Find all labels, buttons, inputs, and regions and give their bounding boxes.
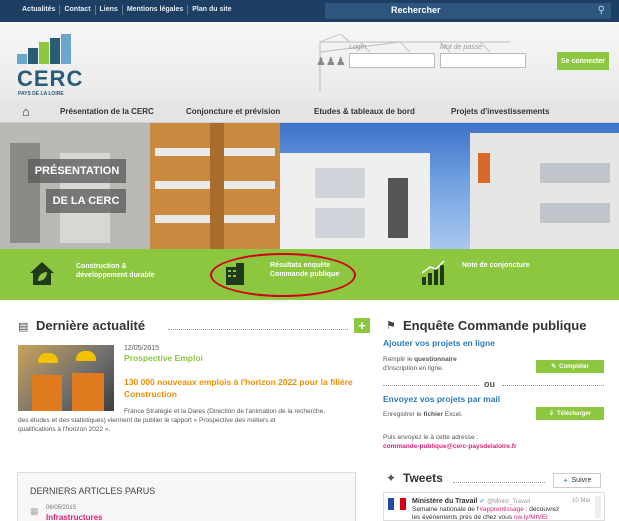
- users-icon: ♟♟♟: [316, 56, 346, 68]
- connect-button[interactable]: Se connecter: [557, 52, 609, 70]
- survey-mail-text: Enregistrer le fichier Excel.: [383, 411, 463, 418]
- news-title: Dernière actualité: [36, 318, 146, 333]
- survey-add-text: Remplir le questionnaire d'inscription e…: [383, 356, 457, 372]
- highlight-circle: [210, 253, 356, 297]
- calendar-icon: ▦: [30, 506, 39, 516]
- articles-panel: DERNIERS ARTICLES PARUS ▦ 06/05/2015 Inf…: [17, 472, 356, 521]
- apprentissage-hashtag[interactable]: #apprentissage: [479, 506, 523, 513]
- author-avatar: [388, 498, 406, 510]
- nav-presentation[interactable]: Présentation de la CERC: [60, 107, 154, 116]
- tweet-link[interactable]: ow.ly/MtVEt: [514, 514, 548, 520]
- banner-title-line2: DE LA CERC: [46, 189, 126, 213]
- top-bar: Actualités Contact Liens Mentions légale…: [0, 0, 619, 22]
- banner-title-line1: PRÉSENTATION: [28, 159, 126, 183]
- survey-mail-title: Envoyez vos projets par mail: [383, 394, 501, 404]
- top-nav-plan[interactable]: Plan du site: [188, 5, 235, 15]
- survey-email-link[interactable]: commande-publique@cerc-paysdelaloire.fr: [383, 442, 517, 451]
- news-image[interactable]: [18, 345, 114, 411]
- tweet-text: Semaine nationale de l'#apprentissage : …: [412, 506, 560, 521]
- or-divider-right: [502, 385, 604, 386]
- verified-icon: ✔: [479, 498, 486, 505]
- or-divider-left: [383, 385, 479, 386]
- hero-banner[interactable]: PRÉSENTATION DE LA CERC: [0, 123, 619, 249]
- or-label: ou: [484, 379, 495, 389]
- twitter-bird-icon: ✦: [386, 471, 397, 485]
- login-label: Login: [349, 44, 367, 51]
- questionnaire-link[interactable]: questionnaire: [414, 356, 457, 363]
- articles-date: 06/05/2015: [46, 505, 77, 511]
- feature-construction[interactable]: Construction & développement durable: [76, 262, 155, 280]
- articles-category[interactable]: Infrastructures: [46, 513, 102, 521]
- nav-conjoncture[interactable]: Conjoncture et prévision: [186, 107, 280, 116]
- complete-button[interactable]: ✎ Compléter: [536, 360, 604, 373]
- search-input[interactable]: Rechercher ⚲: [325, 3, 611, 19]
- search-icon[interactable]: ⚲: [598, 5, 605, 16]
- news-body-line2: des études et des statistiques) viennent…: [18, 417, 276, 424]
- password-label: Mot de passe: [440, 44, 483, 51]
- nav-projets[interactable]: Projets d'investissements: [451, 107, 549, 116]
- tweet-scrollbar[interactable]: [595, 496, 601, 518]
- password-input[interactable]: [440, 53, 526, 68]
- top-nav-contact[interactable]: Contact: [60, 5, 96, 15]
- follow-button[interactable]: ✦ Suivre: [553, 473, 601, 488]
- logo-subtitle: PAYS DE LA LOIRE: [18, 91, 64, 97]
- top-nav-actualites[interactable]: Actualités: [18, 5, 61, 15]
- tweet-date: 10 Mai: [571, 498, 590, 504]
- articles-title: DERNIERS ARTICLES PARUS: [30, 486, 156, 496]
- nav-etudes[interactable]: Etudes & tableaux de bord: [314, 107, 415, 116]
- news-body-line1: France Stratégie et la Dares (Direction …: [124, 408, 326, 415]
- home-icon[interactable]: ⌂: [22, 104, 30, 119]
- top-nav: Actualités Contact Liens Mentions légale…: [18, 5, 236, 15]
- tweet-card[interactable]: Ministère du Travail ✔ @Minist_Travail 1…: [383, 492, 605, 521]
- news-date: 12/05/2015: [124, 345, 160, 352]
- news-more-button[interactable]: +: [354, 318, 370, 333]
- download-button[interactable]: ⇩ Télécharger: [536, 407, 604, 420]
- building-right: [470, 133, 619, 249]
- news-headline[interactable]: 130 000 nouveaux emplois à l'horizon 202…: [124, 376, 354, 400]
- login-input[interactable]: [349, 53, 435, 68]
- news-icon: ▤: [18, 321, 29, 333]
- news-divider: [168, 329, 348, 330]
- pencil-icon: ✎: [551, 364, 557, 370]
- chart-icon[interactable]: [420, 259, 446, 287]
- logo-text[interactable]: CERC: [17, 66, 83, 92]
- tweet-handle[interactable]: @Minist_Travail: [487, 499, 530, 505]
- header: CERC PAYS DE LA LOIRE ♟♟♟ Login Mot de p…: [0, 22, 619, 100]
- survey-title: Enquête Commande publique: [403, 318, 587, 333]
- survey-send-text: Puis envoyez le à cette adresse :: [383, 434, 479, 441]
- top-nav-mentions[interactable]: Mentions légales: [123, 5, 189, 15]
- tweets-title: Tweets: [403, 471, 443, 485]
- house-leaf-icon[interactable]: [28, 259, 56, 287]
- news-category[interactable]: Prospective Emploi: [124, 354, 203, 363]
- twitter-icon: ✦: [562, 477, 569, 485]
- top-nav-liens[interactable]: Liens: [96, 5, 123, 15]
- survey-add-title: Ajouter vos projets en ligne: [383, 338, 495, 348]
- logo-icon: [17, 34, 73, 64]
- main-nav: ⌂ Présentation de la CERC Conjoncture et…: [0, 100, 619, 123]
- feature-note[interactable]: Note de conjoncture: [462, 261, 530, 270]
- megaphone-icon: ⚑: [386, 320, 396, 332]
- tweets-divider: [453, 482, 545, 483]
- excel-file-link[interactable]: fichier: [423, 411, 443, 418]
- news-body-line3: qualifications à l'horizon 2022 ».: [18, 426, 111, 433]
- download-icon: ⇩: [548, 411, 554, 417]
- search-label: Rechercher: [391, 5, 441, 15]
- tweet-author[interactable]: Ministère du Travail: [412, 498, 477, 505]
